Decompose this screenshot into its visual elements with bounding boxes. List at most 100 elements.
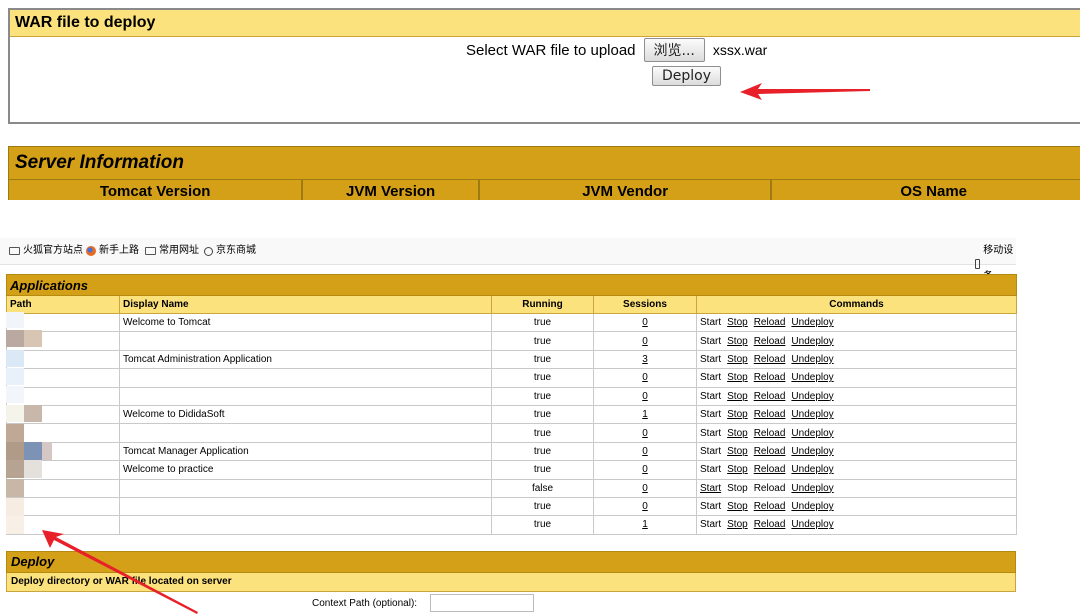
reload-command[interactable]: Reload	[754, 354, 786, 365]
deploy-button[interactable]: Deploy	[652, 66, 722, 86]
app-display-name: Tomcat Administration Application	[119, 349, 492, 370]
header-commands: Commands	[695, 295, 1018, 314]
app-display-name	[119, 423, 492, 443]
app-display-name	[119, 478, 492, 498]
top-screenshot: WAR file to deploy Select WAR file to up…	[0, 0, 1080, 200]
undeploy-command[interactable]: Undeploy	[791, 317, 833, 328]
app-running: true	[491, 404, 594, 425]
stop-command[interactable]: Stop	[727, 317, 748, 328]
table-row: Welcome to Tomcat true 0 Start Stop Reload Und…	[6, 312, 1018, 333]
app-sessions-link[interactable]: 0	[642, 483, 648, 494]
start-command: Start	[700, 501, 722, 513]
app-display-name: Welcome to DididaSoft	[119, 404, 492, 425]
stop-command[interactable]: Stop	[727, 519, 748, 530]
app-sessions-link[interactable]: 0	[642, 428, 648, 439]
red-arrow-annotation-icon	[740, 83, 870, 100]
app-sessions-link[interactable]: 0	[642, 336, 648, 347]
reload-command[interactable]: Reload	[754, 409, 786, 420]
undeploy-command[interactable]: Undeploy	[791, 372, 833, 383]
reload-command[interactable]: Reload	[754, 336, 786, 347]
bookmarks-toolbar: 火狐官方站点 新手上路 常用网址 京东商城 移动设备	[0, 238, 1016, 282]
app-running: true	[491, 423, 594, 443]
selected-file-name: xssx.war	[712, 42, 768, 58]
table-row: true 0 Start Stop Reload Undeploy	[6, 423, 1018, 443]
reload-command[interactable]: Reload	[754, 317, 786, 328]
war-upload-row: Select WAR file to upload 浏览... xssx.war	[466, 38, 767, 62]
red-arrow-annotation-icon	[42, 530, 198, 614]
bookmark-item[interactable]: 常用网址	[145, 238, 199, 264]
table-row: Tomcat Administration Application true 3 St…	[6, 349, 1018, 370]
app-running: true	[491, 331, 594, 351]
undeploy-command[interactable]: Undeploy	[791, 483, 833, 494]
col-tomcat-version: Tomcat Version	[9, 179, 304, 200]
app-sessions-link[interactable]: 0	[642, 391, 648, 402]
app-sessions-link[interactable]: 0	[642, 446, 648, 457]
reload-command[interactable]: Reload	[754, 519, 786, 530]
stop-command[interactable]: Stop	[727, 354, 748, 365]
app-sessions-link[interactable]: 3	[642, 354, 648, 365]
stop-command[interactable]: Stop	[727, 464, 748, 475]
reload-command[interactable]: Reload	[754, 446, 786, 457]
bookmark-item[interactable]: 新手上路	[86, 238, 139, 264]
undeploy-command[interactable]: Undeploy	[791, 519, 833, 530]
browse-button[interactable]: 浏览...	[643, 38, 705, 62]
app-running: true	[491, 368, 594, 388]
start-command: Start	[700, 390, 722, 402]
undeploy-command[interactable]: Undeploy	[791, 354, 833, 365]
reload-command[interactable]: Reload	[754, 464, 786, 475]
stop-command[interactable]: Stop	[727, 428, 748, 439]
start-command: Start	[700, 445, 722, 457]
app-sessions-link[interactable]: 0	[642, 317, 648, 328]
stop-command[interactable]: Stop	[727, 501, 748, 512]
bookmark-item[interactable]: 京东商城	[204, 238, 256, 264]
reload-command[interactable]: Reload	[754, 391, 786, 402]
undeploy-command[interactable]: Undeploy	[791, 428, 833, 439]
applications-table: Applications Path Display Name Running S…	[5, 274, 1018, 535]
server-information-panel: Server Information Tomcat Version JVM Ve…	[8, 146, 1080, 200]
app-sessions-link[interactable]: 1	[642, 409, 648, 420]
server-information-columns: Tomcat Version JVM Version JVM Vendor OS…	[9, 179, 1080, 200]
app-running: true	[491, 460, 594, 480]
reload-command[interactable]: Reload	[754, 428, 786, 439]
undeploy-command[interactable]: Undeploy	[791, 391, 833, 402]
reload-command[interactable]: Reload	[754, 501, 786, 512]
app-sessions-link[interactable]: 0	[642, 501, 648, 512]
undeploy-command[interactable]: Undeploy	[791, 336, 833, 347]
table-row: true 0 Start Stop Reload Undeploy	[6, 331, 1018, 351]
stop-command[interactable]: Stop	[727, 372, 748, 383]
undeploy-command[interactable]: Undeploy	[791, 446, 833, 457]
header-sessions: Sessions	[593, 295, 697, 314]
app-display-name	[119, 331, 492, 351]
stop-command[interactable]: Stop	[727, 446, 748, 457]
undeploy-command[interactable]: Undeploy	[791, 464, 833, 475]
table-row: true 0 Start Stop Reload Undeploy	[6, 496, 1018, 517]
server-information-title: Server Information	[15, 152, 184, 173]
context-path-input[interactable]	[430, 594, 534, 612]
stop-command[interactable]: Stop	[727, 336, 748, 347]
col-jvm-vendor: JVM Vendor	[479, 179, 773, 200]
table-row: Tomcat Manager Application true 0 Start Stop…	[6, 441, 1018, 462]
start-command: Start	[700, 372, 722, 384]
reload-command[interactable]: Reload	[754, 372, 786, 383]
app-display-name: Welcome to practice	[119, 460, 492, 480]
app-running: true	[491, 441, 594, 462]
start-command: Start	[700, 353, 722, 365]
war-upload-panel: WAR file to deploy	[8, 8, 1080, 124]
bookmark-item[interactable]: 火狐官方站点	[9, 238, 83, 264]
start-command: Start	[700, 335, 722, 347]
app-sessions-link[interactable]: 0	[642, 372, 648, 383]
stop-command[interactable]: Stop	[727, 391, 748, 402]
start-command: Start	[700, 317, 722, 329]
table-row: false 0 Start Stop Reload Undeploy	[6, 478, 1018, 498]
undeploy-command[interactable]: Undeploy	[791, 409, 833, 420]
applications-title: Applications	[5, 274, 1018, 296]
war-panel-heading: WAR file to deploy	[10, 10, 1080, 37]
app-sessions-link[interactable]: 0	[642, 464, 648, 475]
stop-command[interactable]: Stop	[727, 409, 748, 420]
app-sessions-link[interactable]: 1	[642, 519, 648, 530]
undeploy-command[interactable]: Undeploy	[791, 501, 833, 512]
col-os-name: OS Name	[772, 179, 1080, 200]
start-command: Start	[700, 409, 722, 421]
start-command[interactable]: Start	[700, 483, 721, 494]
header-display-name: Display Name	[119, 295, 492, 314]
